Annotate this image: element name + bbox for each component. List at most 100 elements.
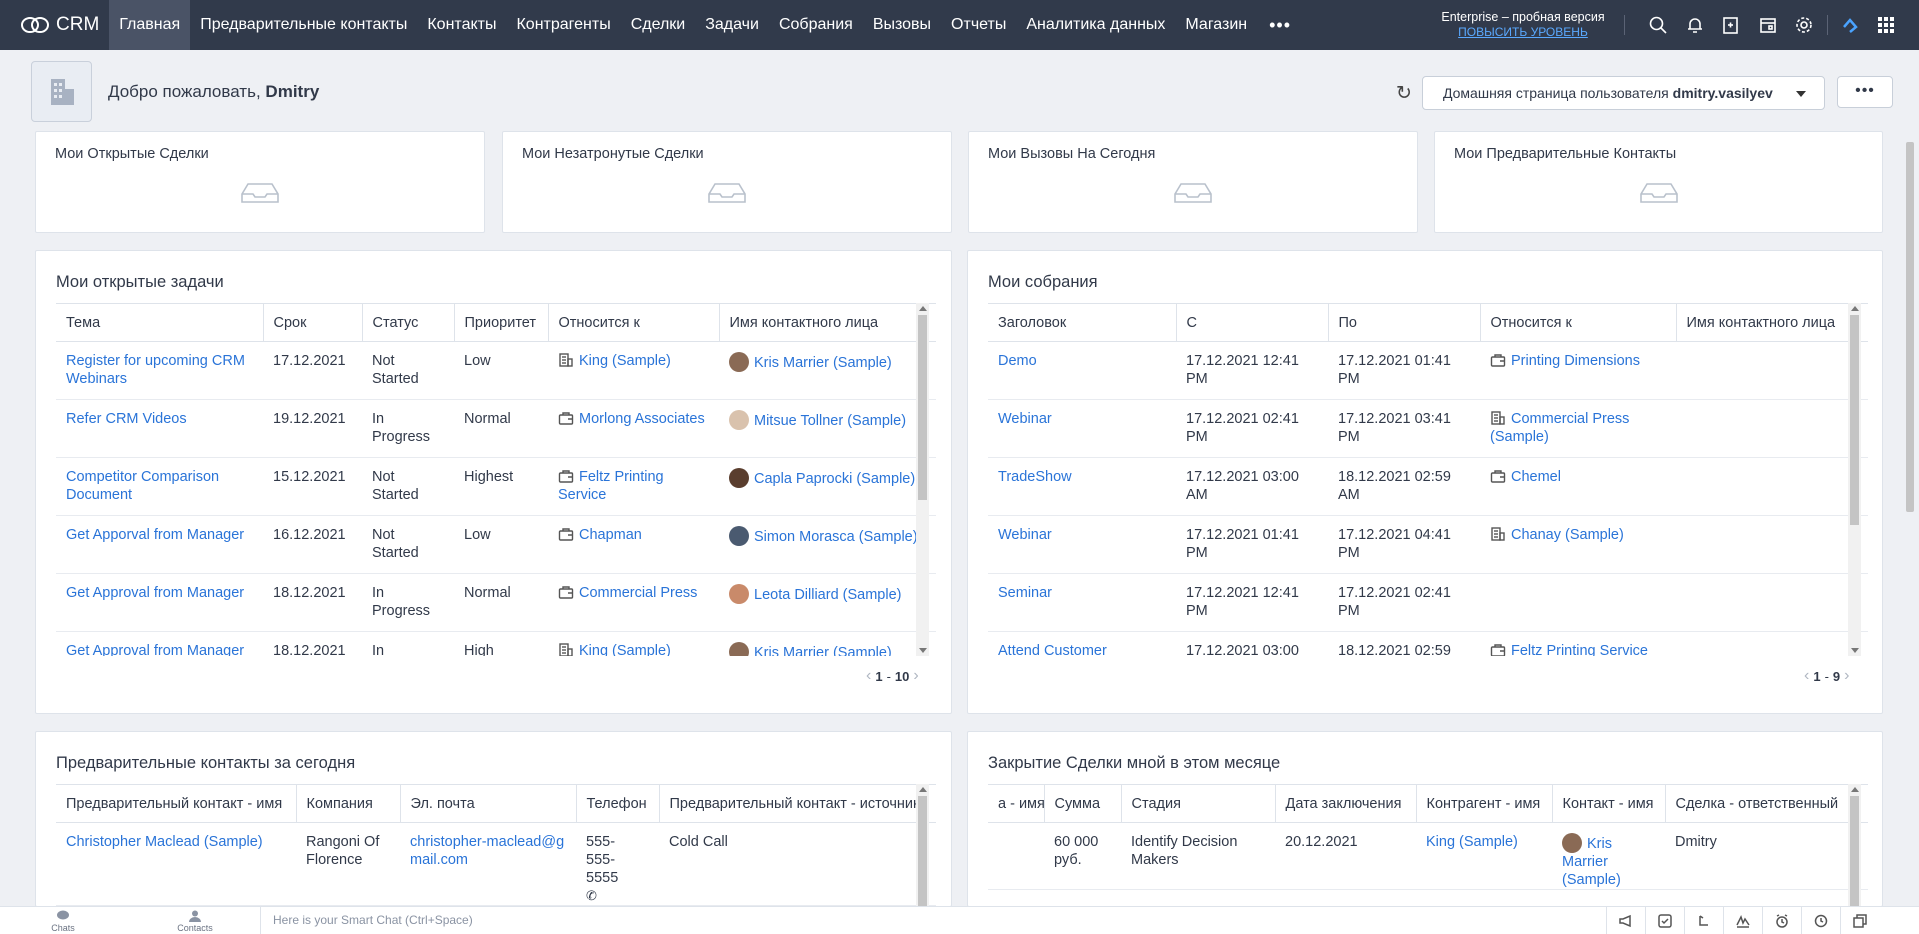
column-header[interactable]: С bbox=[1175, 303, 1328, 342]
meeting-related-link[interactable]: Printing Dimensions bbox=[1511, 353, 1640, 369]
lead-name-link[interactable]: Christopher Maclead (Sample) bbox=[66, 834, 263, 850]
task-contact-link[interactable]: Simon Morasca (Sample) bbox=[754, 529, 918, 545]
nav-item-3[interactable]: Контрагенты bbox=[506, 0, 620, 50]
table-row[interactable]: Register for upcoming CRM Webinars 17.12.… bbox=[56, 341, 936, 400]
column-header[interactable]: Предварительный контакт - имя bbox=[56, 784, 296, 823]
task-subject-link[interactable]: Competitor Comparison Document bbox=[66, 469, 219, 503]
chats-button[interactable]: Chats bbox=[28, 910, 98, 933]
column-header[interactable]: По bbox=[1327, 303, 1480, 342]
table-row[interactable]: 60 000 руб. Identify Decision Makers 20.12… bbox=[988, 822, 1868, 890]
pager-prev-icon[interactable]: ‹ bbox=[1804, 667, 1809, 685]
table-row[interactable]: TradeShow 17.12.2021 03:00 AM 18.12.2021 0… bbox=[988, 457, 1868, 516]
calendar-icon[interactable] bbox=[1750, 0, 1787, 50]
column-header[interactable]: а - имя bbox=[988, 784, 1044, 823]
table-row[interactable]: Get Approval from Manager 18.12.2021 In Hig… bbox=[56, 631, 936, 656]
meeting-title-link[interactable]: Webinar bbox=[998, 411, 1052, 427]
task-subject-link[interactable]: Register for upcoming CRM Webinars bbox=[66, 353, 245, 387]
deal-name[interactable] bbox=[988, 822, 1044, 890]
column-header[interactable]: Статус bbox=[361, 303, 454, 342]
leads-scrollbar[interactable] bbox=[916, 784, 929, 906]
task-subject-link[interactable]: Refer CRM Videos bbox=[66, 411, 187, 427]
phone-icon[interactable]: ✆ bbox=[586, 888, 597, 903]
nav-item-1[interactable]: Предварительные контакты bbox=[190, 0, 417, 50]
task-related-link[interactable]: King (Sample) bbox=[579, 353, 671, 369]
upgrade-link[interactable]: ПОВЫСИТЬ УРОВЕНЬ bbox=[1428, 25, 1618, 40]
kpi-card-0[interactable]: Мои Открытые Сделки bbox=[35, 131, 485, 233]
table-row[interactable]: Get Apporval from Manager 16.12.2021 Not S… bbox=[56, 515, 936, 574]
nav-item-4[interactable]: Сделки bbox=[621, 0, 696, 50]
table-row[interactable]: Webinar 17.12.2021 01:41 PM 17.12.2021 04:… bbox=[988, 515, 1868, 574]
meeting-title-link[interactable]: Webinar bbox=[998, 527, 1052, 543]
nav-item-7[interactable]: Вызовы bbox=[863, 0, 941, 50]
nav-item-5[interactable]: Задачи bbox=[695, 0, 769, 50]
pager-prev-icon[interactable]: ‹ bbox=[866, 667, 871, 685]
meeting-related-link[interactable]: Feltz Printing Service bbox=[1511, 643, 1648, 656]
column-header[interactable]: Имя контактного лица bbox=[718, 303, 936, 342]
deals-scrollbar[interactable] bbox=[1848, 784, 1861, 906]
pager-next-icon[interactable]: › bbox=[913, 667, 918, 685]
task-related-link[interactable]: Morlong Associates bbox=[579, 411, 705, 427]
task-subject-link[interactable]: Get Approval from Manager bbox=[66, 585, 244, 601]
redo-icon[interactable] bbox=[1684, 907, 1723, 934]
column-header[interactable]: Сумма bbox=[1043, 784, 1121, 823]
kpi-card-1[interactable]: Мои Незатронутые Сделки bbox=[502, 131, 952, 233]
page-scrollbar[interactable] bbox=[1905, 130, 1915, 516]
add-note-icon[interactable] bbox=[1713, 0, 1750, 50]
task-contact-link[interactable]: Kris Marrier (Sample) bbox=[754, 355, 892, 371]
meeting-related-link[interactable]: Commercial Press (Sample) bbox=[1490, 411, 1629, 445]
gear-icon[interactable] bbox=[1786, 0, 1823, 50]
nav-more-button[interactable]: ••• bbox=[1257, 0, 1303, 50]
bell-icon[interactable] bbox=[1677, 0, 1714, 50]
meeting-title-link[interactable]: Seminar bbox=[998, 585, 1052, 601]
column-header[interactable]: Сделка - ответственный bbox=[1664, 784, 1868, 823]
nav-item-10[interactable]: Магазин bbox=[1175, 0, 1257, 50]
column-header[interactable]: Приоритет bbox=[453, 303, 548, 342]
home-more-button[interactable]: ••• bbox=[1837, 76, 1893, 108]
crm-logo[interactable]: CRM bbox=[0, 0, 109, 50]
nav-item-9[interactable]: Аналитика данных bbox=[1016, 0, 1175, 50]
column-header[interactable]: Тема bbox=[56, 303, 263, 342]
column-header[interactable]: Относится к bbox=[547, 303, 719, 342]
column-header[interactable]: Контакт - имя bbox=[1551, 784, 1665, 823]
kpi-card-2[interactable]: Мои Вызовы На Сегодня bbox=[968, 131, 1418, 233]
meeting-title-link[interactable]: TradeShow bbox=[998, 469, 1072, 485]
task-related-link[interactable]: Commercial Press bbox=[579, 585, 697, 601]
lead-email-link[interactable]: christopher-maclead@gmail.com bbox=[410, 834, 564, 868]
smart-chat-input[interactable]: Here is your Smart Chat (Ctrl+Space) bbox=[260, 907, 1260, 934]
column-header[interactable]: Относится к bbox=[1479, 303, 1676, 342]
org-avatar[interactable] bbox=[31, 61, 92, 122]
table-row[interactable]: Get Approval from Manager 18.12.2021 In Pr… bbox=[56, 573, 936, 632]
column-header[interactable]: Заголовок bbox=[988, 303, 1176, 342]
multi-window-icon[interactable] bbox=[1840, 907, 1879, 934]
nav-item-8[interactable]: Отчеты bbox=[941, 0, 1016, 50]
apps-grid-icon[interactable] bbox=[1868, 0, 1905, 50]
task-subject-link[interactable]: Get Apporval from Manager bbox=[66, 527, 244, 543]
pager-next-icon[interactable]: › bbox=[1844, 667, 1849, 685]
column-header[interactable]: Контрагент - имя bbox=[1415, 784, 1552, 823]
meeting-related-link[interactable]: Chanay (Sample) bbox=[1511, 527, 1624, 543]
search-icon[interactable] bbox=[1640, 0, 1677, 50]
task-contact-link[interactable]: Leota Dilliard (Sample) bbox=[754, 587, 901, 603]
alarm-icon[interactable] bbox=[1762, 907, 1801, 934]
task-related-link[interactable]: King (Sample) bbox=[579, 643, 671, 656]
column-header[interactable]: Дата заключения bbox=[1274, 784, 1416, 823]
home-page-select[interactable]: Домашняя страница пользователя dmitry.va… bbox=[1422, 76, 1825, 110]
column-header[interactable]: Компания bbox=[295, 784, 400, 823]
table-row[interactable]: Attend Customer 17.12.2021 03:00 18.12.202… bbox=[988, 631, 1868, 656]
deal-account-link[interactable]: King (Sample) bbox=[1426, 834, 1518, 850]
cloud-sync-icon[interactable] bbox=[1832, 0, 1869, 50]
task-subject-link[interactable]: Get Approval from Manager bbox=[66, 643, 244, 656]
nav-item-0[interactable]: Главная bbox=[109, 0, 191, 50]
meeting-title-link[interactable]: Attend Customer bbox=[998, 643, 1107, 656]
column-header[interactable]: Имя контактного лица bbox=[1675, 303, 1868, 342]
table-row[interactable]: Webinar 17.12.2021 02:41 PM 17.12.2021 03:… bbox=[988, 399, 1868, 458]
meetings-scrollbar[interactable] bbox=[1848, 303, 1861, 656]
table-row[interactable]: Refer CRM Videos 19.12.2021 In Progress Nor… bbox=[56, 399, 936, 458]
task-contact-link[interactable]: Capla Paprocki (Sample) bbox=[754, 471, 915, 487]
tasks-scrollbar[interactable] bbox=[916, 303, 929, 656]
column-header[interactable]: Телефон bbox=[575, 784, 659, 823]
nav-item-6[interactable]: Собрания bbox=[769, 0, 863, 50]
column-header[interactable]: Предварительный контакт - источник bbox=[658, 784, 936, 823]
megaphone-icon[interactable] bbox=[1606, 907, 1645, 934]
table-row[interactable]: Seminar 17.12.2021 12:41 PM 17.12.2021 02:… bbox=[988, 573, 1868, 632]
